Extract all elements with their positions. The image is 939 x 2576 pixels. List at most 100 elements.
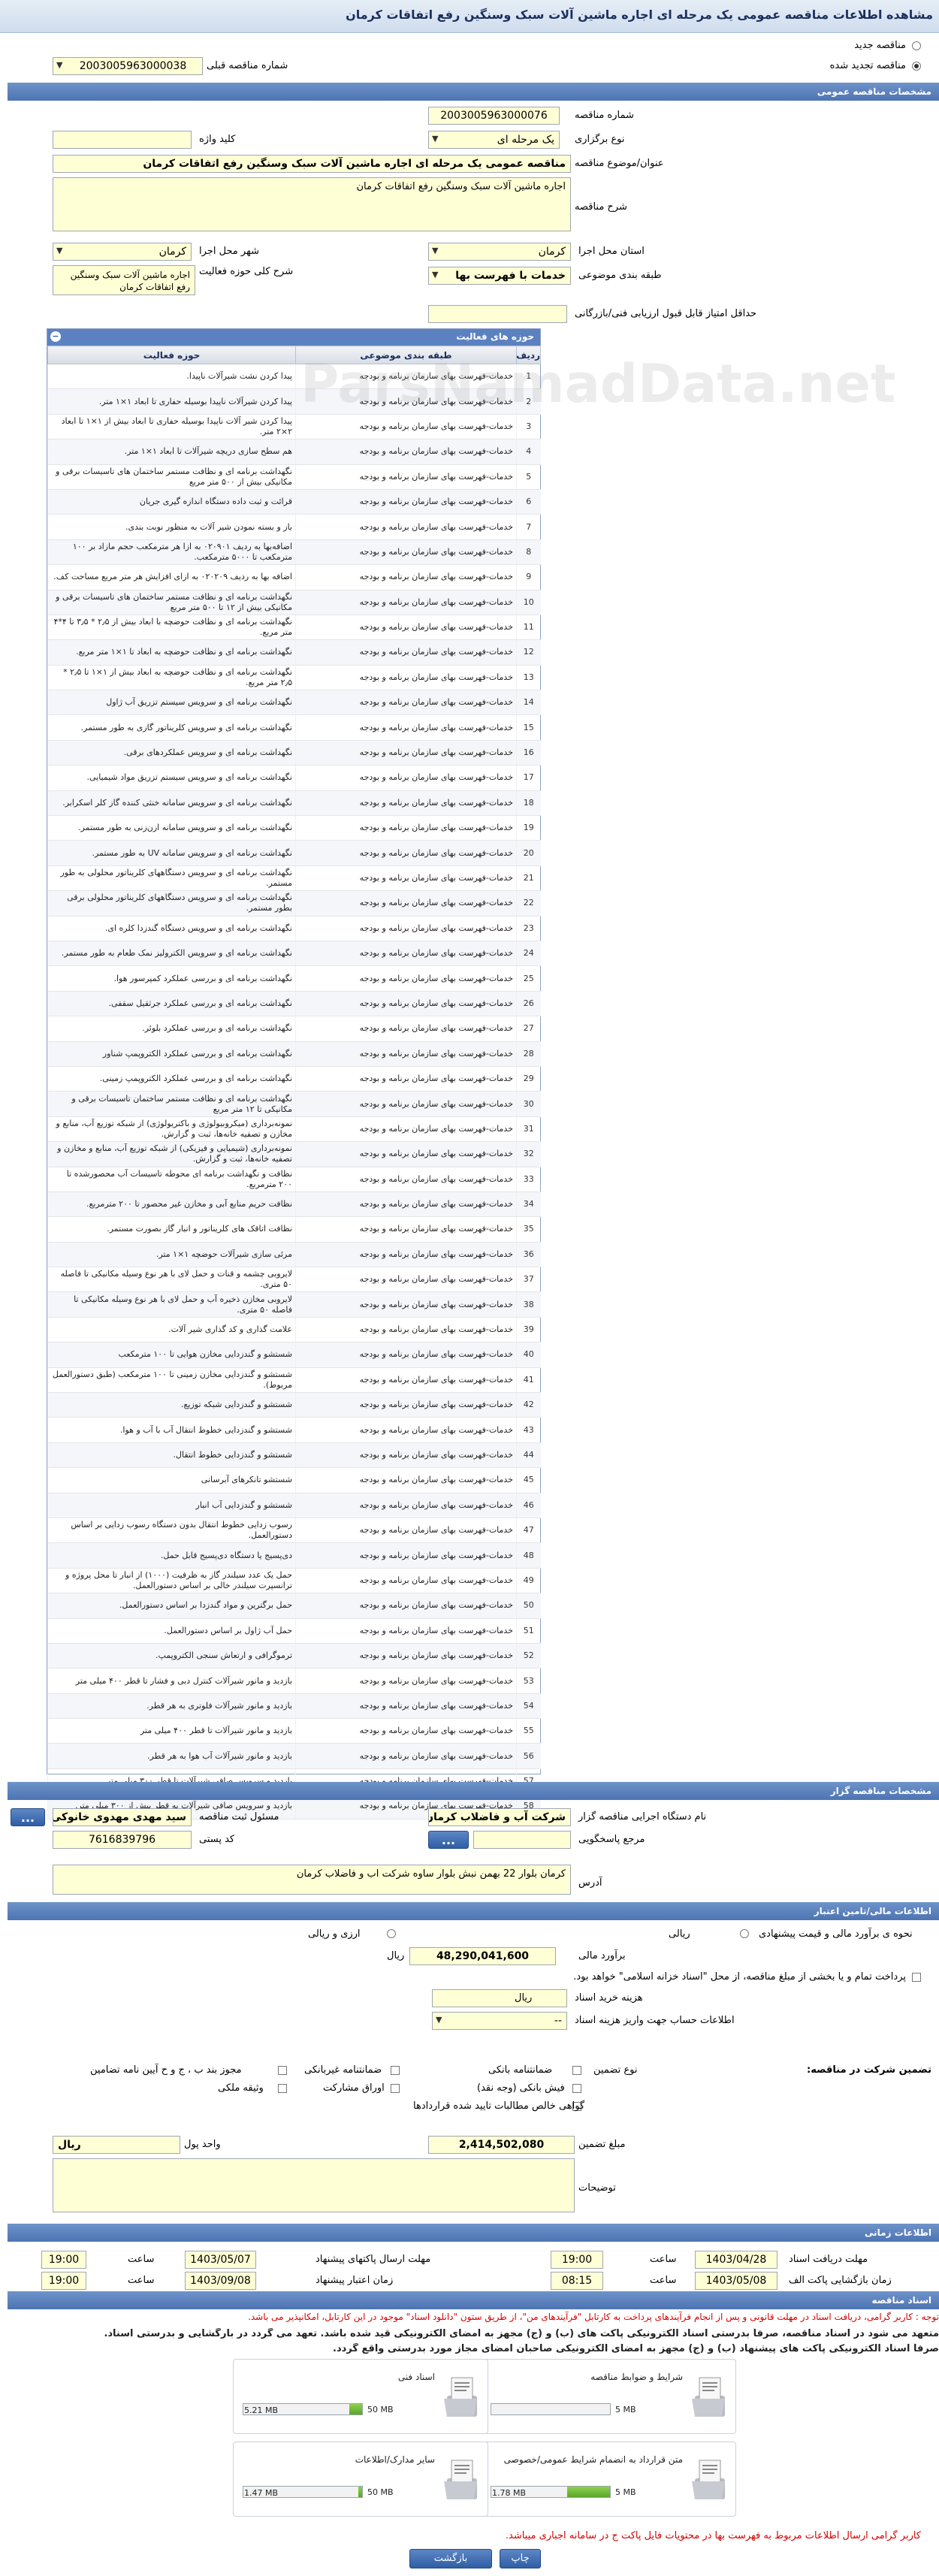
table-row: 50 خدمات-فهرست بهای سازمان برنامه و بودجه… xyxy=(47,1593,541,1619)
row-category: خدمات-فهرست بهای سازمان برنامه و بودجه xyxy=(295,1191,517,1218)
row-number: 34 xyxy=(516,1191,541,1218)
table-row: 55 خدمات-فهرست بهای سازمان برنامه و بودجه… xyxy=(47,1718,541,1744)
row-number: 35 xyxy=(516,1216,541,1243)
validity-date: 1403/09/08 xyxy=(185,2272,256,2290)
min-score-field[interactable] xyxy=(428,305,567,323)
row-activity-text: نگهداشت برنامه ای و سرویس دستگاه گندزدا … xyxy=(104,923,292,933)
estimate-label: برآورد مالی xyxy=(578,1950,626,1961)
activities-panel-header: حوزه های فعالیت − xyxy=(47,329,540,346)
row-number: 3 xyxy=(516,414,541,440)
doc-card-contract[interactable]: متن قرارداد به انضمام شرایط عمومی/خصوصی … xyxy=(481,2442,736,2517)
row-category: خدمات-فهرست بهای سازمان برنامه و بودجه xyxy=(295,1417,517,1443)
table-row: 22 خدمات-فهرست بهای سازمان برنامه و بودجه… xyxy=(47,890,541,917)
desc-textarea: اجاره ماشین آلات سبک وسنگین رفع اتفاقات … xyxy=(53,177,571,231)
renewed-tender-radio[interactable] xyxy=(912,62,921,71)
table-row: 48 خدمات-فهرست بهای سازمان برنامه و بودجه… xyxy=(47,1542,541,1569)
table-row: 52 خدمات-فهرست بهای سازمان برنامه و بودجه… xyxy=(47,1643,541,1669)
doc-card-other[interactable]: سایر مدارک/اطلاعات 50 MB 1.47 MB xyxy=(233,2442,488,2517)
category-value: خدمات با فهرست بها xyxy=(455,270,566,282)
type-select[interactable]: ▼ یک مرحله ای xyxy=(428,131,560,149)
row-activity: علامت گذاری و کد گذاری شیر آلات. xyxy=(47,1317,296,1343)
row-activity: لایروبی مخازن ذخیره آب و حمل لای با هر ن… xyxy=(47,1291,296,1318)
row-category: خدمات-فهرست بهای سازمان برنامه و بودجه xyxy=(295,615,517,641)
row-number: 21 xyxy=(516,865,541,892)
table-row: 13 خدمات-فهرست بهای سازمان برنامه و بودجه… xyxy=(47,665,541,691)
row-category: خدمات-فهرست بهای سازمان برنامه و بودجه xyxy=(295,765,517,791)
fee-field[interactable] xyxy=(432,1989,567,2007)
row-category: خدمات-فهرست بهای سازمان برنامه و بودجه xyxy=(295,439,517,465)
account-select[interactable]: ▼ -- xyxy=(432,2012,567,2030)
row-category: خدمات-فهرست بهای سازمان برنامه و بودجه xyxy=(295,1016,517,1042)
ref-field[interactable] xyxy=(473,1831,571,1849)
row-number: 45 xyxy=(516,1467,541,1493)
row-category: خدمات-فهرست بهای سازمان برنامه و بودجه xyxy=(295,865,517,892)
g4-checkbox[interactable] xyxy=(572,2084,581,2093)
row-number: 18 xyxy=(516,790,541,817)
doc-deadline-time: 19:00 xyxy=(551,2251,603,2269)
city-select[interactable]: ▼ کرمان xyxy=(53,243,192,261)
keyword-field[interactable] xyxy=(53,131,192,149)
table-row: 41 خدمات-فهرست بهای سازمان برنامه و بودجه… xyxy=(47,1367,541,1394)
row-number: 42 xyxy=(516,1392,541,1418)
doc-card-conditions[interactable]: شرایط و ضوابط مناقصه 5 MB xyxy=(481,2359,736,2434)
rial-radio[interactable] xyxy=(740,1929,749,1938)
title-label: عنوان/موضوع مناقصه xyxy=(575,158,664,169)
category-select[interactable]: ▼ خدمات با فهرست بها xyxy=(428,267,571,285)
row-category: خدمات-فهرست بهای سازمان برنامه و بودجه xyxy=(295,1091,517,1117)
documents-icon xyxy=(444,2460,477,2499)
row-category: خدمات-فهرست بهای سازمان برنامه و بودجه xyxy=(295,1467,517,1493)
row-number: 29 xyxy=(516,1066,541,1092)
row-category: خدمات-فهرست بهای سازمان برنامه و بودجه xyxy=(295,1267,517,1293)
row-number: 19 xyxy=(516,815,541,841)
doc-name: سایر مدارک/اطلاعات xyxy=(355,2454,435,2465)
row-category: خدمات-فهرست بهای سازمان برنامه و بودجه xyxy=(295,1317,517,1343)
row-activity: پیدا کردن نشت شیرآلات ناپیدا. xyxy=(47,364,296,390)
prev-number-select[interactable]: ▼ 2003005963000038 xyxy=(53,57,203,75)
row-number: 5 xyxy=(516,464,541,490)
g2-checkbox[interactable] xyxy=(391,2066,400,2075)
row-activity: نگهداشت برنامه ای و سرویس دستگاه گندزدا … xyxy=(47,916,296,941)
row-activity: دی‌پسیج یا دستگاه دی‌پسیج قابل حمل. xyxy=(47,1542,296,1569)
row-category: خدمات-فهرست بهای سازمان برنامه و بودجه xyxy=(295,740,517,766)
table-row: 54 خدمات-فهرست بهای سازمان برنامه و بودجه… xyxy=(47,1693,541,1720)
row-activity-text: نگهداشت برنامه ای و بررسی عملکرد الکتروپ… xyxy=(102,1048,292,1058)
section-general: مشخصات مناقصه عمومی xyxy=(8,83,939,101)
g5-checkbox[interactable] xyxy=(391,2084,400,2093)
back-button[interactable]: بازگشت xyxy=(409,2549,492,2568)
row-number: 25 xyxy=(516,965,541,992)
row-category: خدمات-فهرست بهای سازمان برنامه و بودجه xyxy=(295,564,517,590)
table-row: 53 خدمات-فهرست بهای سازمان برنامه و بودجه… xyxy=(47,1668,541,1694)
g1-checkbox[interactable] xyxy=(572,2066,581,2075)
row-number: 8 xyxy=(516,539,541,566)
mixed-radio[interactable] xyxy=(387,1929,396,1938)
doc-size: 5 MB xyxy=(615,2405,636,2414)
row-activity: شستشو و گندزدایی خطوط انتقال. xyxy=(47,1442,296,1469)
row-number: 49 xyxy=(516,1568,541,1594)
row-category: خدمات-فهرست بهای سازمان برنامه و بودجه xyxy=(295,1367,517,1394)
chevron-down-icon: ▼ xyxy=(56,60,63,70)
collapse-icon[interactable]: − xyxy=(50,331,61,342)
estimate-field: 48,290,041,600 xyxy=(409,1947,556,1965)
ref-lookup-button[interactable]: ... xyxy=(428,1831,469,1849)
row-activity: بازدید و مانور شیرآلات کنترل دبی و فشار … xyxy=(47,1668,296,1694)
g3-checkbox[interactable] xyxy=(278,2066,287,2075)
province-select[interactable]: ▼ کرمان xyxy=(428,243,571,261)
account-value: -- xyxy=(554,2015,562,2027)
row-category: خدمات-فهرست بهای سازمان برنامه و بودجه xyxy=(295,1291,517,1318)
desc-label: شرح مناقصه xyxy=(575,201,627,213)
new-tender-radio[interactable] xyxy=(912,41,921,50)
g2-label: ضمانتنامه غیربانکی xyxy=(304,2064,382,2076)
row-activity-text: نگهداشت برنامه ای و نظافت حوضچه به ابعاد… xyxy=(76,647,292,657)
treasury-checkbox[interactable] xyxy=(912,1973,921,1982)
doc-card-technical[interactable]: اسناد فنی 50 MB 5.21 MB xyxy=(233,2359,488,2434)
row-activity-text: دی‌پسیج یا دستگاه دی‌پسیج قابل حمل. xyxy=(160,1550,292,1560)
table-row: 18 خدمات-فهرست بهای سازمان برنامه و بودجه… xyxy=(47,790,541,817)
row-activity: نگهداشت برنامه ای و نظافت مستمر ساختمان … xyxy=(47,464,296,490)
chevron-down-icon: ▼ xyxy=(432,270,439,279)
row-activity: نگهداشت برنامه ای و بررسی عملکرد الکتروپ… xyxy=(47,1041,296,1067)
g6-checkbox[interactable] xyxy=(278,2084,287,2093)
row-category: خدمات-فهرست بهای سازمان برنامه و بودجه xyxy=(295,916,517,941)
row-activity-text: نگهداشت برنامه ای و سرویس سیستم تزریق مو… xyxy=(86,772,292,783)
print-button[interactable]: چاپ xyxy=(500,2549,541,2568)
official-more-button[interactable]: ... xyxy=(11,1808,45,1826)
